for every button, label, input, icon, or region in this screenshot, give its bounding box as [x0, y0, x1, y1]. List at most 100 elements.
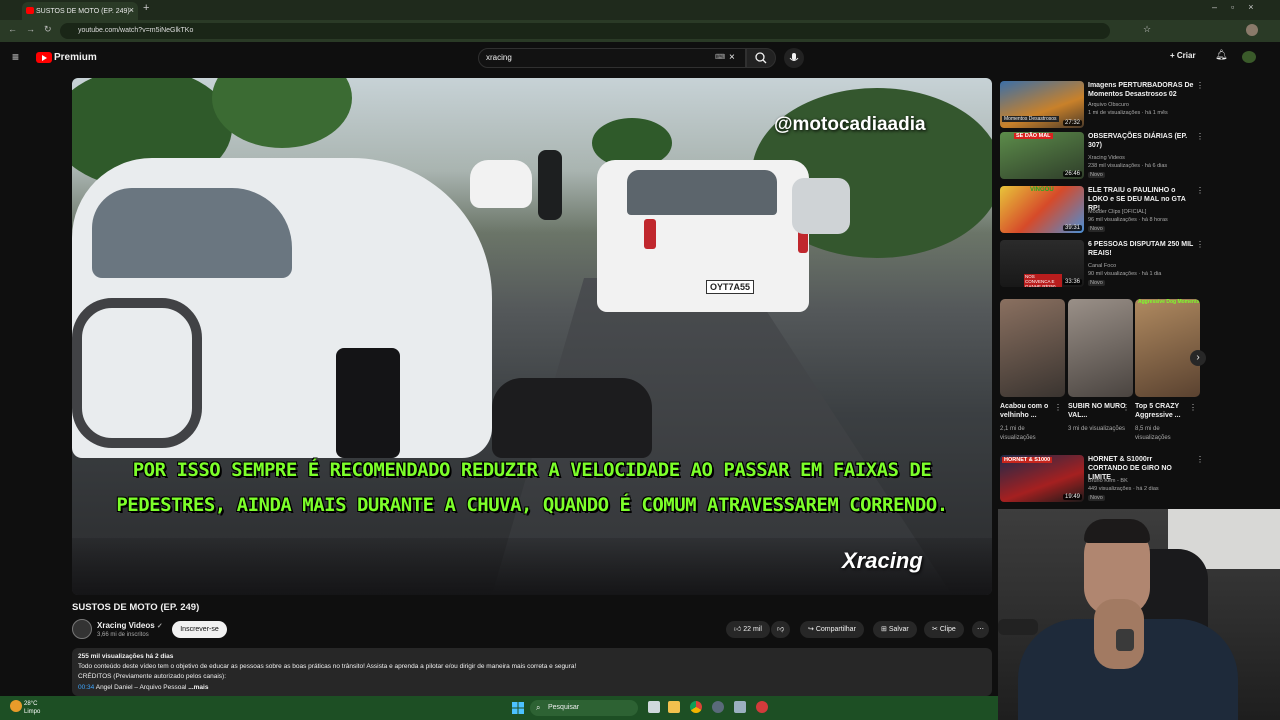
share-button[interactable]: ↪ Compartilhar [800, 621, 864, 638]
recommendation-item[interactable]: NOS CONVENCA E GANHE R$250 MIL 33:36 6 P… [1000, 240, 1204, 290]
video-thumbnail: SE DÃO MAL 26:46 [1000, 132, 1084, 179]
search-value: xracing [486, 53, 512, 62]
video-title: SUSTOS DE MOTO (EP. 249) [72, 602, 200, 613]
short-thumbnail[interactable]: Aggressive Dog Moments [1135, 299, 1200, 397]
description-box[interactable]: 255 mil visualizações há 2 dias Todo con… [72, 648, 992, 696]
dislike-button[interactable]: 👎︎ [771, 621, 791, 638]
channel-name: Modder Clips [OFICIAL] [1088, 209, 1147, 215]
reload-icon[interactable]: ↻ [44, 24, 52, 35]
new-badge: Novo [1088, 495, 1105, 501]
task-view-icon[interactable] [648, 701, 660, 713]
subscribe-button[interactable]: Inscrever-se [172, 621, 227, 638]
short-thumbnail[interactable] [1068, 299, 1133, 397]
taskbar-search[interactable]: ⌕ Pesquisar [530, 700, 638, 716]
window-controls[interactable]: –▫× [1212, 2, 1267, 12]
forward-icon[interactable]: → [26, 24, 35, 34]
clip-button[interactable]: ✂ Clipe [924, 621, 964, 638]
weather-widget[interactable]: 28°C Limpo [24, 700, 40, 716]
short-overlay-text: Aggressive Dog Moments [1138, 299, 1200, 305]
credit-text: Angel Daniel – Arquivo Pessoal [94, 683, 189, 691]
logo-text: Premium [54, 52, 97, 63]
channel-name: Canal Foco [1088, 263, 1117, 269]
search-button[interactable] [746, 48, 776, 68]
weather-sun-icon [10, 700, 22, 712]
more-options-icon[interactable]: ⋮ [1196, 186, 1204, 195]
tab-title: SUSTOS DE MOTO (EP. 249) [36, 7, 130, 15]
save-label: Salvar [888, 626, 909, 633]
person-hair [1084, 519, 1150, 543]
new-badge: Novo [1088, 172, 1105, 178]
temperature: 28°C [24, 701, 38, 707]
create-button[interactable]: + Criar [1170, 51, 1196, 60]
save-button[interactable]: ⊞ Salvar [873, 621, 917, 638]
view-stats: 255 mil visualizações há 2 dias [78, 653, 174, 660]
new-badge-wrap: Novo [1088, 171, 1105, 179]
tree-foliage [212, 78, 352, 148]
browser-tab[interactable]: SUSTOS DE MOTO (EP. 249) × [22, 2, 138, 20]
share-icon: ↪ [808, 626, 814, 633]
back-icon[interactable]: ← [8, 24, 17, 34]
youtube-favicon-icon [26, 7, 34, 14]
video-title: OBSERVAÇÕES DIÁRIAS (EP. 307) [1088, 133, 1188, 149]
short-title[interactable]: Top 5 CRAZY Aggressive ... [1135, 402, 1193, 420]
timestamp-link[interactable]: 00:34 [78, 684, 94, 691]
youtube-logo-icon[interactable] [36, 52, 52, 63]
short-views: 8,5 mi de visualizações [1135, 426, 1171, 441]
address-bar[interactable]: youtube.com/watch?v=m5iNeGlkTKo [60, 23, 1110, 39]
subtitle-line-1: POR ISSO SEMPRE É RECOMENDADO REDUZIR A … [132, 459, 932, 481]
profile-avatar[interactable] [1246, 24, 1258, 36]
channel-name[interactable]: Xracing Videos ✓ [97, 621, 163, 630]
file-explorer-icon[interactable] [668, 701, 680, 713]
short-thumbnail[interactable] [1000, 299, 1065, 397]
shelf-next-icon[interactable]: › [1190, 350, 1206, 366]
car-window [92, 188, 292, 278]
recommendation-item[interactable]: SE DÃO MAL 26:46 OBSERVAÇÕES DIÁRIAS (EP… [1000, 132, 1204, 182]
video-meta: 449 visualizações · há 2 dias [1088, 486, 1159, 492]
os-taskbar [0, 696, 998, 720]
video-player[interactable]: OYT7A55 @motocadiaadia POR ISSO SEMPRE É… [72, 78, 992, 595]
channel-logo-overlay: Xracing [842, 548, 923, 573]
more-options-icon[interactable]: ⋮ [1196, 81, 1204, 90]
chrome-icon[interactable] [690, 701, 702, 713]
more-actions-button[interactable]: ⋯ [972, 621, 989, 638]
more-options-icon[interactable]: ⋮ [1196, 455, 1204, 464]
save-icon: ⊞ [881, 626, 887, 633]
more-options-icon[interactable]: ⋮ [1054, 403, 1062, 412]
channel-name: Xracing Videos [1088, 155, 1125, 161]
motorcyclist [538, 150, 562, 220]
channel-avatar[interactable] [72, 619, 92, 639]
show-more-link[interactable]: ...mais [188, 684, 208, 691]
recommendation-item[interactable]: HORNET & S1000 19:49 HORNET & S1000rr CO… [1000, 455, 1204, 505]
more-options-icon[interactable]: ⋮ [1196, 132, 1204, 141]
video-thumbnail: NOS CONVENCA E GANHE R$250 MIL 33:36 [1000, 240, 1084, 287]
calculator-icon[interactable] [734, 701, 746, 713]
more-options-icon[interactable]: ⋮ [1189, 403, 1197, 412]
notifications-icon[interactable]: 🔔︎ [1215, 50, 1228, 61]
subtitle-line-2: PEDESTRES, AINDA MAIS DURANTE A CHUVA, Q… [116, 494, 948, 516]
thumbnail-text: SE DÃO MAL [1014, 133, 1053, 139]
settings-gear-icon[interactable] [712, 701, 724, 713]
clear-search-icon[interactable]: × [729, 49, 735, 67]
recommendation-item[interactable]: Momentos Desastrosos 27:32 Imagens PERTU… [1000, 81, 1204, 131]
account-avatar[interactable] [1242, 51, 1256, 63]
car-right [792, 178, 850, 234]
more-options-icon[interactable]: ⋮ [1122, 403, 1130, 412]
more-options-icon[interactable]: ⋮ [1196, 240, 1204, 249]
bookmark-star-icon[interactable]: ☆ [1143, 24, 1151, 35]
keyboard-icon[interactable]: ⌨ [715, 49, 725, 67]
voice-search-button[interactable] [784, 48, 804, 68]
channel-name: Bruno Kem - BK [1088, 478, 1128, 484]
menu-icon[interactable]: ≡ [12, 50, 19, 64]
recommendation-item[interactable]: VINGOU 39:31 ELE TRAIU o PAULINHO o LOKO… [1000, 186, 1204, 236]
new-tab-icon[interactable]: + [143, 2, 149, 14]
more-icon: ⋯ [977, 626, 984, 633]
app-icon[interactable] [756, 701, 768, 713]
video-duration: 26:46 [1062, 171, 1082, 177]
like-button[interactable]: 👍︎ 22 mil [726, 621, 770, 638]
windows-start-icon[interactable] [512, 701, 524, 714]
tab-close-icon[interactable]: × [129, 5, 134, 15]
license-plate: OYT7A55 [706, 280, 754, 294]
short-title[interactable]: SUBIR NO MURO VAL... [1068, 402, 1126, 420]
search-input[interactable]: xracing × ⌨ [478, 48, 746, 68]
short-title[interactable]: Acabou com o velhinho ... [1000, 402, 1058, 420]
